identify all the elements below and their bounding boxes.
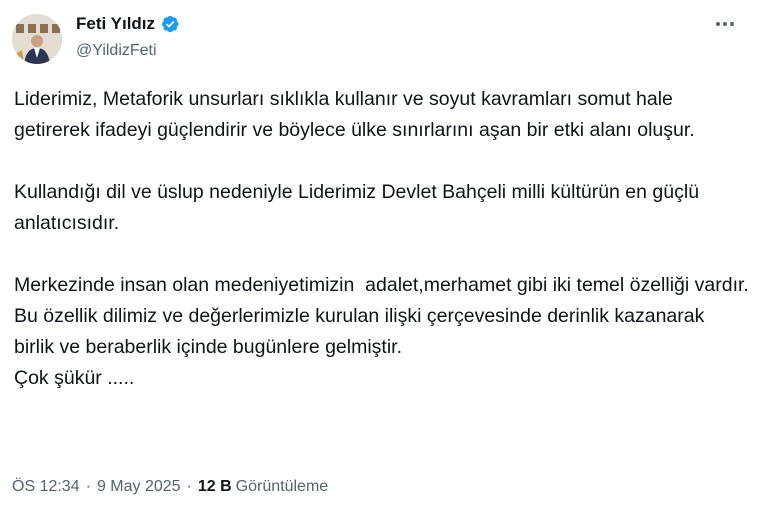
tweet-date[interactable]: 9 May 2025 [97, 478, 181, 496]
meta-separator: · [186, 478, 192, 495]
tweet-text: Liderimiz, Metaforik unsurları sıklıkla … [14, 84, 749, 394]
meta-separator: · [85, 478, 91, 495]
views-label: Görüntüleme [235, 478, 329, 495]
tweet-paragraph: Liderimiz, Metaforik unsurları sıklıkla … [14, 88, 695, 141]
author-name-row: Feti Yıldız [76, 14, 180, 34]
tweet-paragraph: Kullandığı dil ve üslup nedeniyle Lideri… [14, 181, 705, 234]
author-display-name[interactable]: Feti Yıldız [76, 14, 155, 34]
tweet-paragraph: Çok şükür ..... [14, 367, 135, 389]
tweet-time[interactable]: ÖS 12:34 [12, 478, 80, 496]
more-dot-2 [723, 22, 727, 26]
avatar[interactable] [12, 14, 62, 64]
avatar-image [12, 14, 62, 64]
tweet-paragraph: Bu özellik dilimiz ve değerlerimizle kur… [14, 305, 710, 358]
author-handle[interactable]: @YildizFeti [76, 42, 157, 60]
views-count: 12 B [197, 478, 232, 495]
more-dot-3 [730, 22, 734, 26]
tweet-card: Feti Yıldız @YildizFeti Liderimiz, Metaf… [0, 0, 760, 514]
more-options-icon[interactable] [708, 12, 742, 36]
tweet-meta: ÖS 12:34 · 9 May 2025 · 12 B Görüntüleme [12, 478, 328, 496]
more-dot-1 [716, 22, 720, 26]
verified-badge-icon [162, 15, 179, 33]
tweet-paragraph: Merkezinde insan olan medeniyetimizin ad… [14, 274, 749, 296]
